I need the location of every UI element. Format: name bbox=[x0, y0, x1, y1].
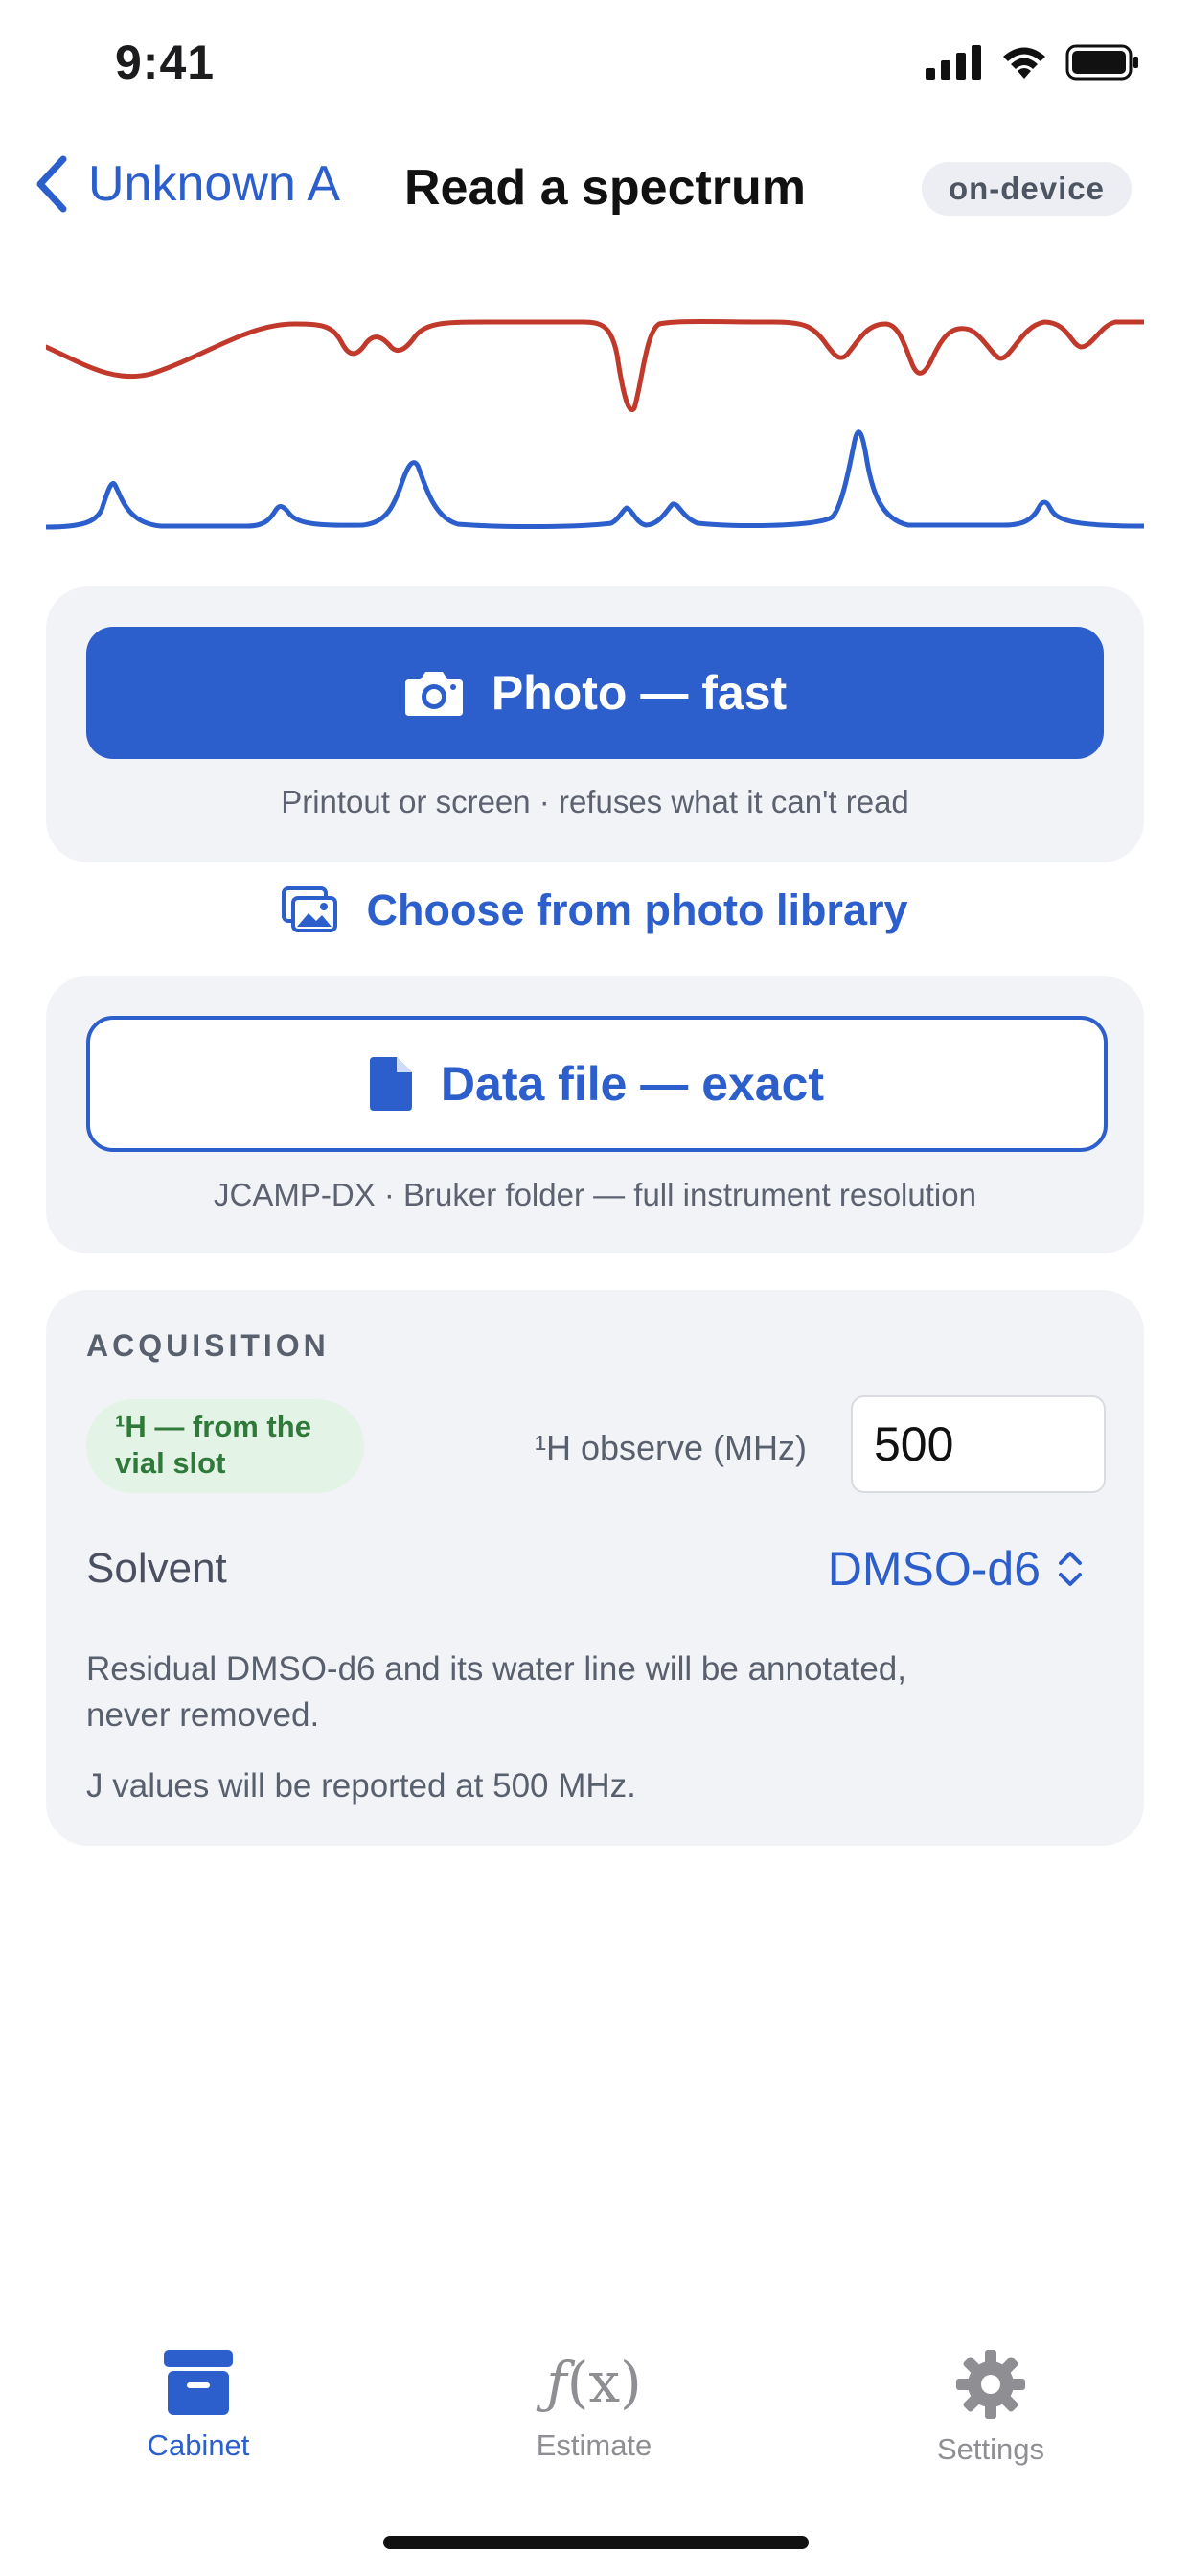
nucleus-pill-line2: vial slot bbox=[115, 1446, 226, 1480]
battery-icon bbox=[1065, 44, 1138, 80]
solvent-label: Solvent bbox=[86, 1545, 227, 1592]
residual-note-line1: Residual DMSO-d6 and its water line will… bbox=[86, 1650, 906, 1688]
data-file-button-label: Data file — exact bbox=[440, 1057, 825, 1111]
on-device-badge: on-device bbox=[921, 162, 1132, 216]
residual-note: Residual DMSO-d6 and its water line will… bbox=[86, 1646, 1083, 1738]
status-time: 9:41 bbox=[115, 35, 216, 89]
page-title: Read a spectrum bbox=[404, 160, 807, 216]
status-icons bbox=[926, 44, 1140, 80]
document-icon bbox=[369, 1057, 412, 1111]
nmr-trace bbox=[46, 429, 1144, 530]
choose-library-link[interactable]: Choose from photo library bbox=[0, 886, 1190, 935]
nucleus-pill-line1: ¹H — from the bbox=[115, 1410, 311, 1443]
j-values-note: J values will be reported at 500 MHz. bbox=[86, 1767, 636, 1805]
residual-note-line2: never removed. bbox=[86, 1696, 320, 1734]
camera-icon bbox=[404, 672, 463, 716]
tab-settings-label: Settings bbox=[936, 2432, 1044, 2466]
acquisition-card: ACQUISITION ¹H — from the vial slot ¹H o… bbox=[46, 1290, 1144, 1846]
back-button[interactable]: Unknown A bbox=[34, 155, 340, 213]
data-file-caption: JCAMP-DX · Bruker folder — full instrume… bbox=[214, 1177, 976, 1212]
photo-button[interactable]: Photo — fast bbox=[86, 627, 1104, 759]
cellular-signal-icon bbox=[926, 45, 981, 80]
tab-estimate[interactable]: ƒ(x) Estimate bbox=[450, 2350, 738, 2463]
photo-caption: Printout or screen · refuses what it can… bbox=[281, 784, 909, 819]
tab-cabinet-label: Cabinet bbox=[147, 2428, 250, 2462]
nucleus-pill: ¹H — from the vial slot bbox=[86, 1399, 364, 1493]
tab-estimate-label: Estimate bbox=[536, 2428, 652, 2462]
wifi-icon bbox=[1003, 47, 1045, 79]
tab-cabinet[interactable]: Cabinet bbox=[55, 2350, 342, 2463]
function-fx-icon: ƒ(x) bbox=[546, 2350, 642, 2415]
observe-label: ¹H observe (MHz) bbox=[535, 1428, 808, 1467]
photo-button-label: Photo — fast bbox=[491, 666, 788, 720]
archive-box-icon bbox=[164, 2350, 233, 2415]
data-file-card: Data file — exact JCAMP-DX · Bruker fold… bbox=[46, 976, 1144, 1254]
back-label: Unknown A bbox=[88, 156, 341, 212]
chevron-left-icon bbox=[36, 155, 67, 213]
home-indicator[interactable] bbox=[383, 2536, 809, 2549]
data-file-button[interactable]: Data file — exact bbox=[86, 1016, 1108, 1152]
spectrum-preview bbox=[46, 319, 1144, 530]
choose-library-label: Choose from photo library bbox=[366, 886, 908, 934]
tab-settings[interactable]: Settings bbox=[847, 2350, 1134, 2467]
chevron-up-down-icon bbox=[1059, 1552, 1082, 1586]
solvent-select[interactable]: DMSO-d6 bbox=[828, 1541, 1085, 1597]
ir-trace bbox=[46, 319, 1144, 413]
solvent-value: DMSO-d6 bbox=[827, 1542, 1041, 1596]
observe-frequency-input[interactable]: 500 bbox=[851, 1395, 1106, 1493]
gear-icon bbox=[956, 2350, 1025, 2419]
photo-library-icon bbox=[282, 886, 338, 932]
acquisition-heading: ACQUISITION bbox=[86, 1328, 330, 1363]
photo-card: Photo — fast Printout or screen · refuse… bbox=[46, 586, 1144, 862]
